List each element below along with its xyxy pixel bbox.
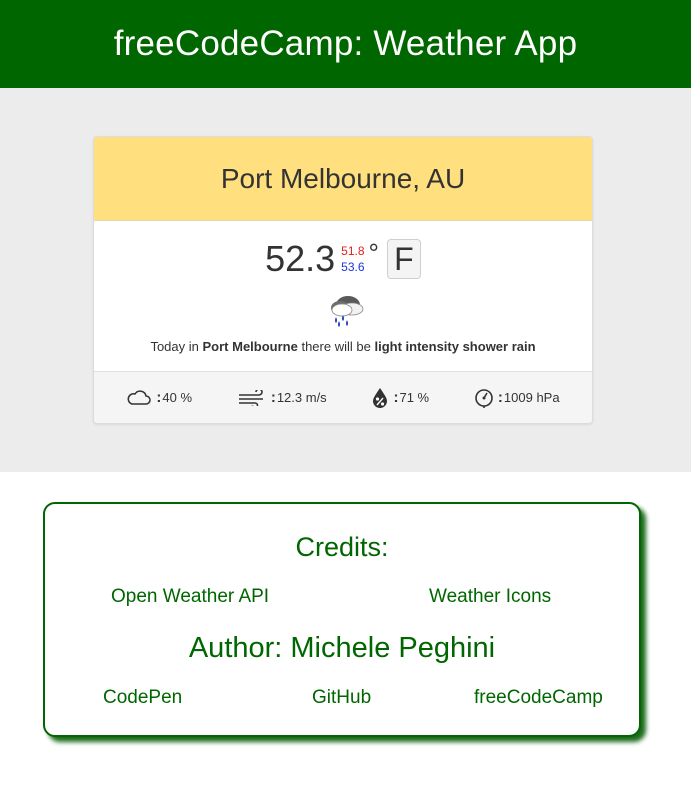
cloud-icon — [127, 389, 152, 405]
wind-value: 12.3 m/s — [276, 390, 327, 405]
clouds-value: 40 % — [162, 390, 193, 405]
app-title: freeCodeCamp: Weather App — [113, 24, 578, 63]
clouds-stat: : 40 % — [126, 389, 192, 407]
humidity-icon — [373, 387, 388, 408]
card-header: Port Melbourne, AU — [94, 137, 592, 221]
humidity-stat: : 71 % — [371, 387, 429, 409]
weather-card: Port Melbourne, AU 52.3 51.8 53.6 ° F To… — [93, 136, 593, 424]
weather-icons-link[interactable]: Weather Icons — [429, 586, 551, 608]
summary-middle: there will be — [301, 339, 371, 354]
author-title: Author: Michele Peghini — [188, 632, 496, 664]
temperature-row: 52.3 51.8 53.6 ° F — [94, 238, 592, 280]
humidity-value: 71 % — [399, 390, 430, 405]
temp-range: 51.8 53.6 — [341, 243, 364, 275]
temp-max: 51.8 — [341, 244, 365, 258]
github-link[interactable]: GitHub — [312, 687, 371, 709]
wind-stat: : 12.3 m/s — [237, 389, 327, 406]
top-header: freeCodeCamp: Weather App — [0, 0, 691, 88]
weather-stats-bar: : 40 % : 12.3 m/s : 71 %: 1009 hPa — [94, 371, 592, 423]
credits-panel: Credits: Open Weather API Weather Icons … — [43, 502, 641, 737]
weather-summary: Today in Port Melbourne there will be li… — [94, 339, 592, 354]
pressure-stat: : 1009 hPa — [474, 388, 560, 408]
summary-prefix: Today in — [150, 339, 199, 354]
freecodecamp-link[interactable]: freeCodeCamp — [474, 687, 603, 709]
open-weather-api-link[interactable]: Open Weather API — [111, 586, 269, 608]
temp-min: 53.6 — [341, 260, 365, 274]
summary-city: Port Melbourne — [202, 339, 298, 354]
current-temperature: 52.3 — [265, 238, 336, 279]
rain-cloud-icon — [331, 296, 364, 327]
pressure-value: 1009 hPa — [503, 390, 560, 405]
location-label: Port Melbourne, AU — [220, 162, 466, 194]
degree-symbol: ° — [368, 237, 379, 268]
barometer-icon — [475, 388, 493, 408]
codepen-link[interactable]: CodePen — [103, 687, 182, 709]
weather-section: Port Melbourne, AU 52.3 51.8 53.6 ° F To… — [0, 88, 691, 472]
wind-icon — [238, 389, 263, 406]
summary-condition: light intensity shower rain — [374, 339, 536, 354]
credits-title: Credits: — [295, 532, 389, 562]
unit-toggle-button[interactable]: F — [386, 239, 421, 279]
